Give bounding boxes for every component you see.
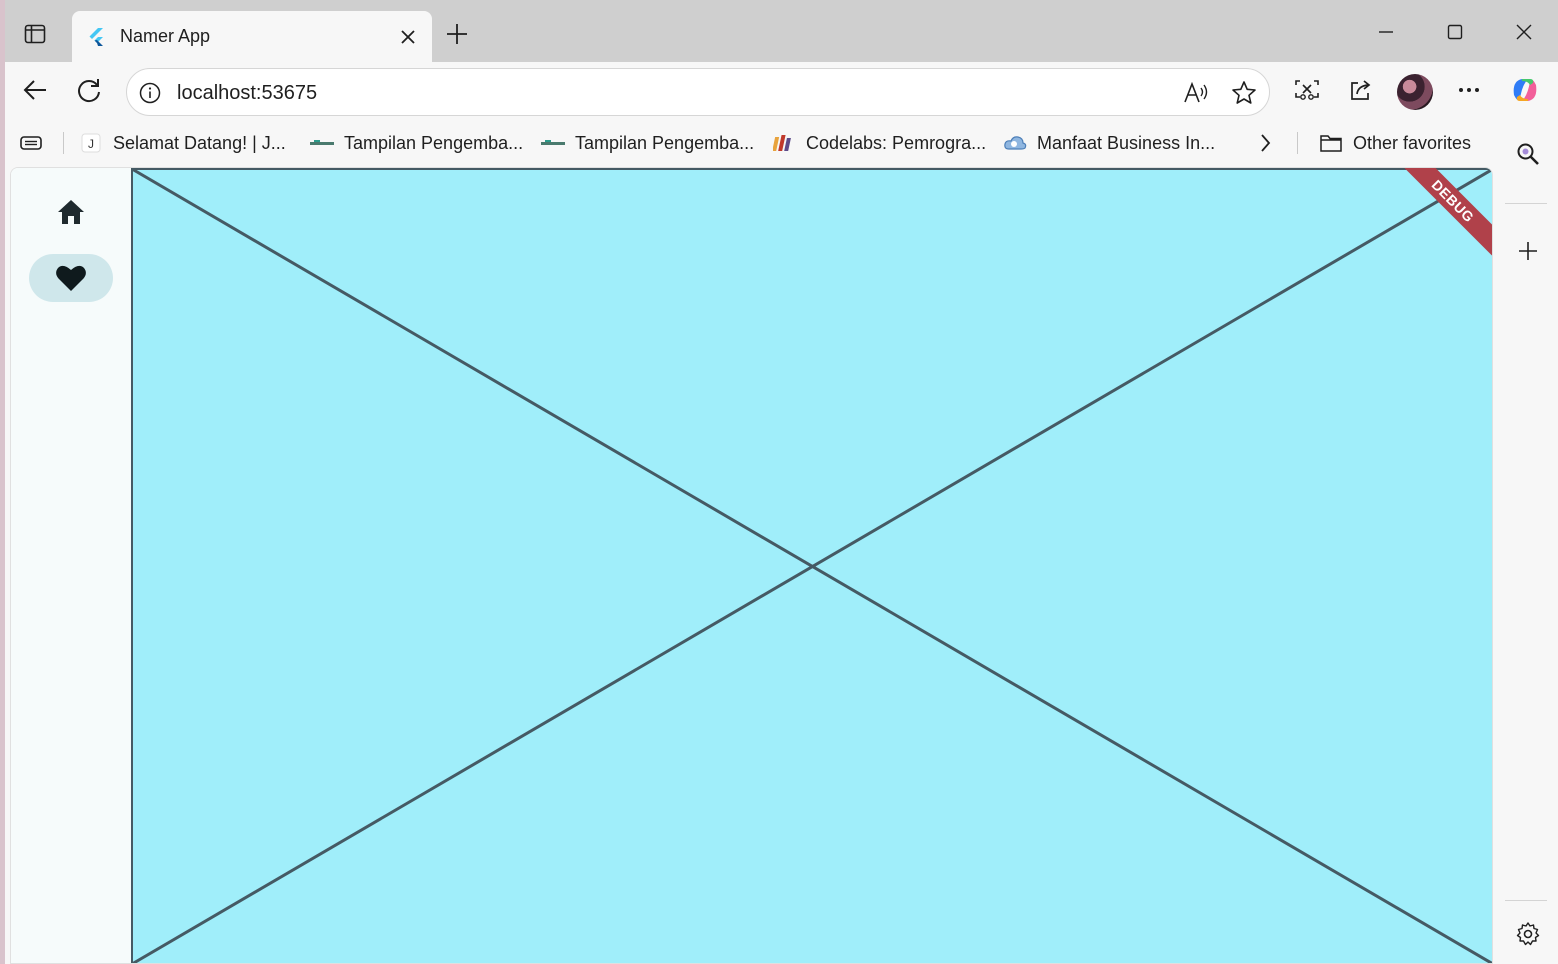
site-logo-icon	[541, 133, 565, 153]
site-info-icon[interactable]	[137, 80, 163, 106]
favorite-link-1[interactable]: J Selamat Datang! | J...	[79, 130, 286, 156]
screenshot-button[interactable]	[1287, 70, 1327, 110]
other-favorites-label: Other favorites	[1353, 132, 1472, 153]
cloud-icon	[1003, 133, 1027, 153]
favorite-label: Selamat Datang! | J...	[113, 132, 286, 153]
close-icon	[1516, 24, 1532, 40]
favorite-link-3[interactable]: Tampilan Pengemba...	[541, 130, 754, 156]
codelabs-icon	[772, 133, 796, 153]
new-tab-button[interactable]	[437, 14, 477, 54]
close-window-button[interactable]	[1498, 10, 1550, 54]
address-bar[interactable]: localhost:53675	[126, 68, 1270, 116]
minimize-button[interactable]	[1360, 10, 1412, 54]
tab-strip: Namer App	[5, 0, 1558, 62]
svg-text:J: J	[88, 137, 94, 151]
more-favorites-button[interactable]	[1253, 130, 1287, 156]
profile-avatar[interactable]	[1397, 74, 1433, 110]
rail-item-favorites[interactable]	[29, 254, 113, 302]
sidebar-divider	[1505, 900, 1547, 901]
gear-icon	[1516, 922, 1540, 946]
web-page-viewport: DEBUG	[10, 167, 1493, 964]
close-tab-icon[interactable]	[390, 19, 426, 55]
sidebar-settings-button[interactable]	[1508, 914, 1548, 954]
collections-icon	[19, 133, 43, 153]
favorite-link-4[interactable]: Codelabs: Pemrogra...	[772, 130, 986, 156]
favorite-link-5[interactable]: Manfaat Business In...	[1003, 130, 1215, 156]
home-icon	[58, 200, 84, 224]
favorite-label: Tampilan Pengemba...	[575, 132, 755, 153]
minimize-icon	[1379, 31, 1393, 33]
share-button[interactable]	[1341, 70, 1381, 110]
placeholder-canvas: DEBUG	[131, 168, 1492, 963]
favorites-divider	[63, 132, 64, 154]
placeholder-cross	[131, 168, 1492, 963]
back-arrow-icon	[23, 80, 46, 100]
maximize-button[interactable]	[1429, 10, 1481, 54]
more-horizontal-icon	[1459, 88, 1479, 92]
read-aloud-icon[interactable]	[1179, 76, 1213, 110]
url-text[interactable]: localhost:53675	[177, 82, 317, 105]
maximize-icon	[1447, 24, 1463, 40]
refresh-icon	[78, 79, 100, 103]
favorite-label: Manfaat Business In...	[1037, 132, 1216, 153]
chevron-right-icon	[1253, 133, 1277, 153]
sidebar-add-button[interactable]	[1508, 231, 1548, 271]
favorites-bar: J Selamat Datang! | J... Tampilan Pengem…	[5, 122, 1558, 164]
sidebar-divider	[1505, 203, 1547, 204]
tab-namer-app[interactable]: Namer App	[72, 11, 432, 62]
search-icon	[1517, 143, 1539, 165]
screenshot-icon	[1295, 80, 1319, 100]
other-favorites-button[interactable]: Other favorites	[1319, 130, 1471, 156]
browser-window: Namer App localhost:53675 J Selamat Data…	[5, 0, 1558, 964]
copilot-icon	[1513, 79, 1537, 101]
heart-icon	[56, 265, 86, 291]
favorite-label: Codelabs: Pemrogra...	[806, 132, 987, 153]
folder-icon	[1319, 133, 1343, 153]
tab-actions-icon	[24, 24, 46, 44]
browser-toolbar: localhost:53675	[5, 62, 1558, 122]
settings-more-button[interactable]	[1449, 70, 1489, 110]
site-logo-icon	[310, 133, 334, 153]
plus-icon	[1519, 242, 1537, 260]
collections-button[interactable]	[19, 130, 53, 156]
favorite-label: Tampilan Pengemba...	[344, 132, 524, 153]
navigation-rail	[11, 168, 131, 963]
edge-sidebar	[1505, 143, 1558, 964]
copilot-button[interactable]	[1505, 70, 1545, 110]
rail-item-home[interactable]	[29, 188, 113, 236]
favorite-link-2[interactable]: Tampilan Pengemba...	[310, 130, 523, 156]
favorite-star-icon[interactable]	[1227, 76, 1261, 110]
refresh-button[interactable]	[69, 70, 109, 110]
plus-icon	[447, 24, 467, 44]
tab-actions-button[interactable]	[15, 14, 55, 54]
back-button[interactable]	[15, 70, 55, 110]
letter-j-icon: J	[79, 133, 103, 153]
share-icon	[1351, 80, 1371, 100]
tab-title: Namer App	[120, 26, 211, 46]
sidebar-search-button[interactable]	[1508, 134, 1548, 174]
flutter-logo-icon	[86, 27, 106, 47]
favorites-divider	[1297, 132, 1298, 154]
